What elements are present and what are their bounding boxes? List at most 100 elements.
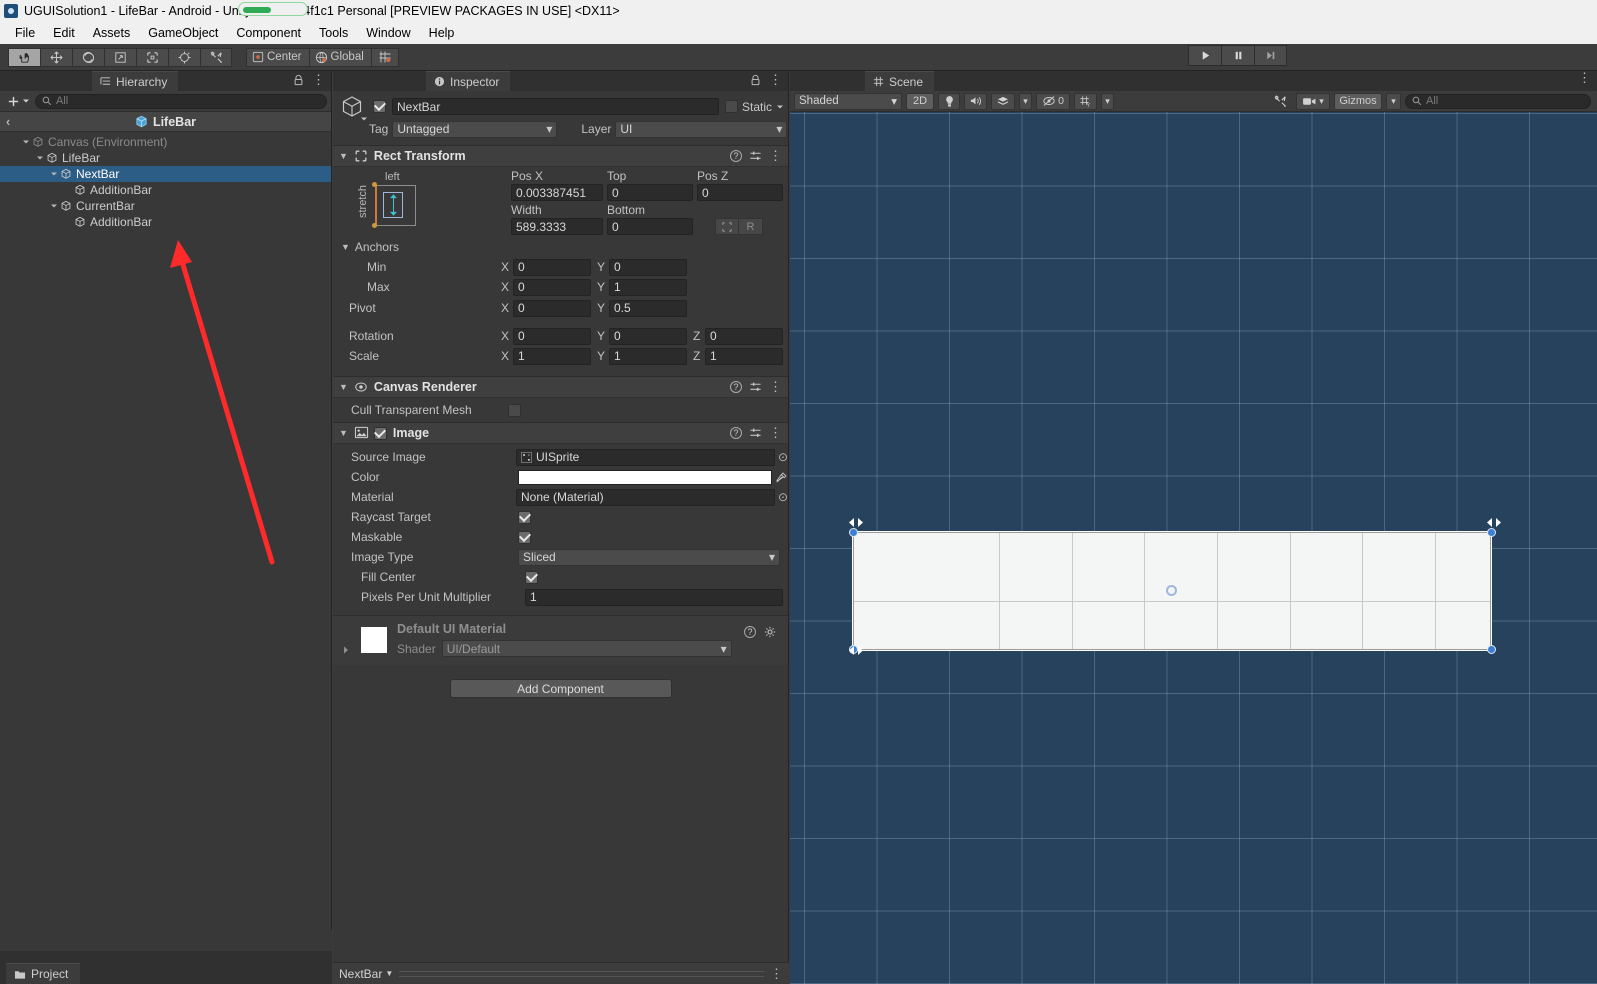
raw-edit-mode-button[interactable]: R xyxy=(739,218,763,235)
scene-camera-button[interactable]: ▾ xyxy=(1296,92,1330,110)
hierarchy-item-currentbar[interactable]: CurrentBar xyxy=(0,198,331,214)
scene-visibility-button[interactable]: 0 xyxy=(1036,92,1070,110)
gameobject-enabled-checkbox[interactable] xyxy=(373,100,386,113)
gameobject-name-input[interactable]: NextBar xyxy=(392,98,719,115)
static-checkbox[interactable] xyxy=(724,100,738,113)
scene-grid-dropdown[interactable]: ▾ xyxy=(1101,92,1114,110)
foldout-arrow-icon[interactable]: ▼ xyxy=(341,242,350,252)
kebab-menu-icon[interactable]: ⋮ xyxy=(1578,71,1591,84)
help-icon[interactable]: ? xyxy=(744,626,756,638)
hierarchy-item-canvas-environment[interactable]: Canvas (Environment) xyxy=(0,134,331,150)
play-button[interactable] xyxy=(1188,45,1221,66)
tab-hierarchy[interactable]: Hierarchy xyxy=(92,71,179,91)
width-input[interactable]: 589.3333 xyxy=(511,218,603,235)
scene-search-input[interactable]: All xyxy=(1405,93,1591,109)
hierarchy-item-nextbar[interactable]: NextBar xyxy=(0,166,331,182)
kebab-menu-icon[interactable]: ⋮ xyxy=(769,73,782,86)
kebab-menu-icon[interactable]: ⋮ xyxy=(769,426,782,439)
foldout-arrow-icon[interactable]: ▼ xyxy=(339,382,348,392)
anchor-max-x-input[interactable]: 0 xyxy=(513,278,591,296)
scene-fx-dropdown[interactable]: ▾ xyxy=(1019,92,1032,110)
scene-grid-button[interactable]: Y xyxy=(1074,92,1097,110)
foldout-arrow-icon[interactable]: ▼ xyxy=(339,151,348,161)
rotation-z-input[interactable]: 0 xyxy=(705,327,783,345)
hierarchy-item-additionbar[interactable]: AdditionBar xyxy=(0,182,331,198)
rotation-y-input[interactable]: 0 xyxy=(609,327,687,345)
menu-tools[interactable]: Tools xyxy=(310,24,357,42)
foldout-expanded-icon[interactable] xyxy=(48,202,60,210)
scene-viewport[interactable] xyxy=(790,112,1597,984)
image-enabled-checkbox[interactable] xyxy=(373,426,387,440)
grid-snap-button[interactable] xyxy=(370,47,399,67)
kebab-menu-icon[interactable]: ⋮ xyxy=(770,967,783,980)
menu-help[interactable]: Help xyxy=(420,24,464,42)
help-icon[interactable]: ? xyxy=(730,150,742,162)
scale-tool-button[interactable] xyxy=(104,47,136,67)
lock-icon[interactable] xyxy=(293,74,304,86)
anchor-gizmo-top-left[interactable] xyxy=(846,516,868,530)
footer-object-dropdown[interactable]: NextBar ▼ xyxy=(339,967,393,981)
pos-x-input[interactable]: 0.003387451 xyxy=(511,184,603,201)
image-type-dropdown[interactable]: Sliced ▾ xyxy=(518,548,780,566)
gear-icon[interactable] xyxy=(764,626,776,638)
draw-mode-dropdown[interactable]: Shaded ▾ xyxy=(794,92,902,110)
static-toggle[interactable]: Static xyxy=(724,100,784,114)
rotation-x-input[interactable]: 0 xyxy=(513,327,591,345)
foldout-expanded-icon[interactable] xyxy=(48,170,60,178)
foldout-arrow-icon[interactable]: ▼ xyxy=(339,428,348,438)
scene-audio-button[interactable] xyxy=(964,92,987,110)
help-icon[interactable]: ? xyxy=(730,427,742,439)
anchor-preset-widget[interactable]: left stretch xyxy=(357,171,437,233)
anchor-min-x-input[interactable]: 0 xyxy=(513,258,591,276)
anchor-max-y-input[interactable]: 1 xyxy=(609,278,687,296)
tab-project[interactable]: Project xyxy=(6,963,81,984)
gameobject-cube-icon[interactable] xyxy=(337,92,367,122)
gizmos-button[interactable]: Gizmos xyxy=(1334,92,1382,110)
object-picker-icon[interactable]: ⊙ xyxy=(778,450,788,464)
resize-handle-bottom-right[interactable] xyxy=(1487,645,1496,654)
anchors-foldout-row[interactable]: ▼ Anchors xyxy=(341,237,788,257)
foldout-expanded-icon[interactable] xyxy=(20,138,32,146)
scale-y-input[interactable]: 1 xyxy=(609,347,687,365)
preset-sliders-icon[interactable] xyxy=(749,381,762,393)
component-tools-button[interactable] xyxy=(1268,93,1292,110)
eyedropper-icon[interactable] xyxy=(775,471,788,484)
chevron-left-icon[interactable]: ‹ xyxy=(6,115,10,129)
add-component-button[interactable]: Add Component xyxy=(449,679,672,698)
shader-dropdown[interactable]: UI/Default ▾ xyxy=(441,640,732,657)
custom-editor-tool-button[interactable] xyxy=(200,47,232,67)
hierarchy-search-input[interactable]: All xyxy=(35,93,327,109)
menu-component[interactable]: Component xyxy=(227,24,310,42)
kebab-menu-icon[interactable]: ⋮ xyxy=(769,380,782,393)
color-swatch-field[interactable] xyxy=(517,469,773,485)
toggle-2d-button[interactable]: 2D xyxy=(906,92,934,110)
ppum-input[interactable]: 1 xyxy=(525,588,783,606)
rect-transform-header[interactable]: ▼ Rect Transform ? ⋮ xyxy=(333,145,788,167)
preset-sliders-icon[interactable] xyxy=(749,427,762,439)
rect-tool-button[interactable] xyxy=(136,47,168,67)
maskable-checkbox[interactable] xyxy=(518,530,531,544)
hierarchy-item-lifebar[interactable]: LifeBar xyxy=(0,150,331,166)
anchor-min-y-input[interactable]: 0 xyxy=(609,258,687,276)
menubar[interactable]: File Edit Assets GameObject Component To… xyxy=(0,21,1597,44)
create-object-button[interactable] xyxy=(4,95,33,108)
foldout-arrow-icon[interactable] xyxy=(341,645,351,655)
help-icon[interactable]: ? xyxy=(730,381,742,393)
preset-sliders-icon[interactable] xyxy=(749,150,762,162)
menu-edit[interactable]: Edit xyxy=(44,24,84,42)
lock-icon[interactable] xyxy=(750,74,761,86)
move-tool-button[interactable] xyxy=(40,47,72,67)
pause-button[interactable] xyxy=(1221,45,1254,66)
bottom-input[interactable]: 0 xyxy=(607,218,693,235)
anchor-gizmo-bottom-left[interactable] xyxy=(846,644,868,658)
scale-x-input[interactable]: 1 xyxy=(513,347,591,365)
pivot-mode-button[interactable]: Center xyxy=(246,47,309,67)
object-picker-icon[interactable]: ⊙ xyxy=(778,490,788,504)
gizmos-dropdown[interactable]: ▾ xyxy=(1386,92,1401,110)
pivot-y-input[interactable]: 0.5 xyxy=(609,299,687,317)
tab-inspector[interactable]: Inspector xyxy=(426,71,511,91)
source-image-object-field[interactable]: UISprite xyxy=(515,448,775,466)
scene-fx-button[interactable] xyxy=(991,92,1015,110)
scale-z-input[interactable]: 1 xyxy=(705,347,783,365)
hierarchy-item-additionbar[interactable]: AdditionBar xyxy=(0,214,331,230)
